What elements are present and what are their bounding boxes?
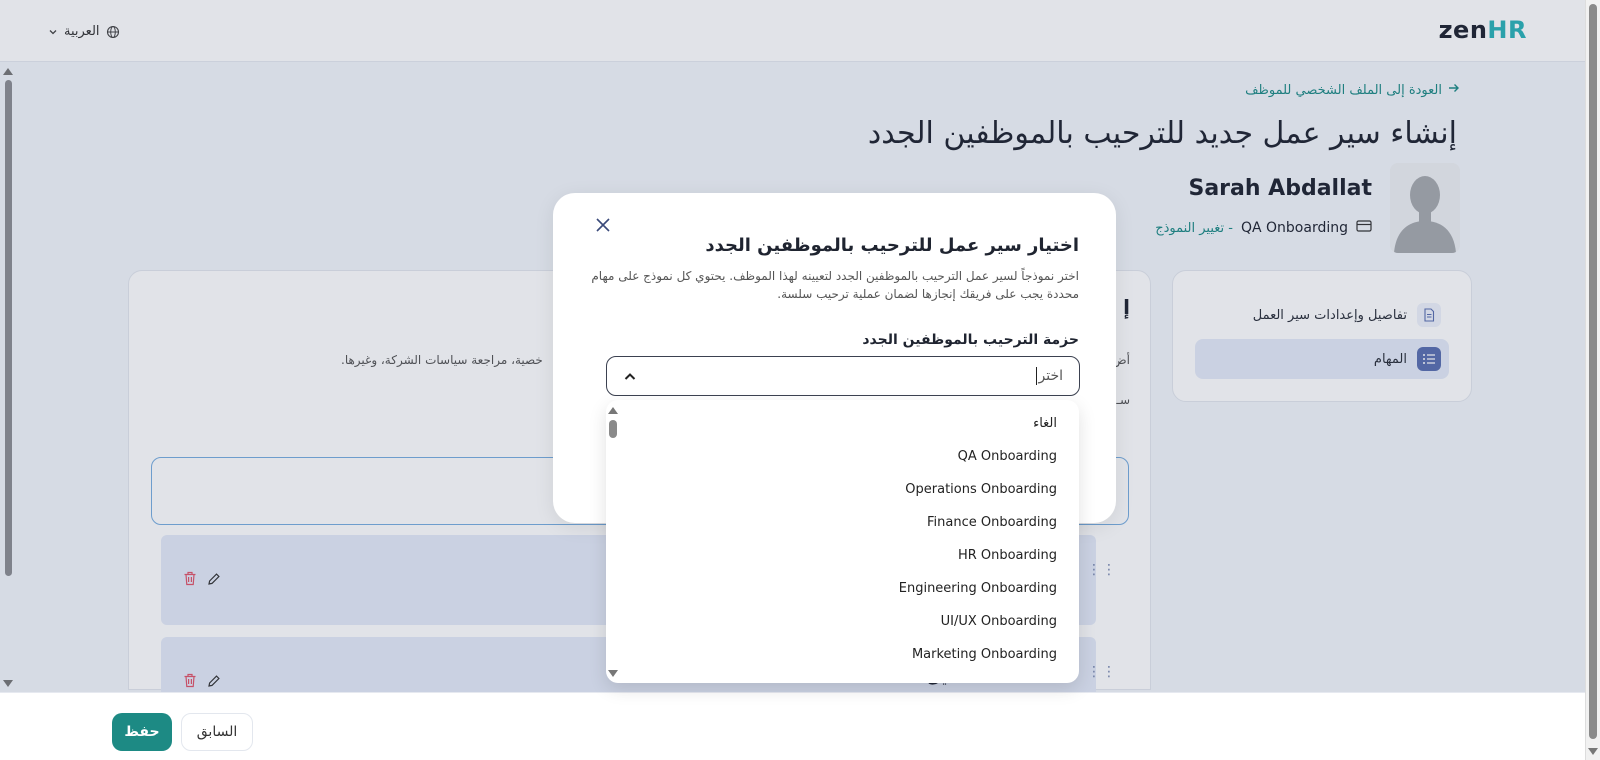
onboarding-package-select[interactable]: اختر [606, 356, 1080, 396]
footer-bar: حفظ السابق [0, 692, 1585, 760]
option-cancel[interactable]: الغاء [1033, 416, 1057, 431]
close-icon[interactable] [591, 213, 615, 237]
option-hr-onboarding[interactable]: HR Onboarding [958, 548, 1057, 563]
modal-description: اختر نموذجاً لسير عمل الترحيب بالموظفين … [591, 269, 1079, 301]
text-caret [1035, 367, 1037, 385]
scroll-thumb[interactable] [1589, 4, 1597, 739]
option-marketing-onboarding[interactable]: Marketing Onboarding [912, 647, 1057, 662]
save-button[interactable]: حفظ [112, 713, 172, 751]
onboarding-package-label: حزمة الترحيب بالموظفين الجدد [862, 332, 1079, 348]
browser-scrollbar[interactable] [1585, 0, 1600, 760]
option-engineering-onboarding[interactable]: Engineering Onboarding [899, 581, 1057, 596]
option-operations-onboarding[interactable]: Operations Onboarding [905, 482, 1057, 497]
select-placeholder: اختر [1038, 368, 1064, 384]
option-uiux-onboarding[interactable]: UI/UX Onboarding [941, 614, 1057, 629]
scroll-down-arrow[interactable] [608, 670, 618, 677]
option-qa-onboarding[interactable]: QA Onboarding [958, 449, 1057, 464]
scroll-up-arrow[interactable] [608, 407, 618, 414]
option-finance-onboarding[interactable]: Finance Onboarding [927, 515, 1057, 530]
scroll-down-arrow[interactable] [1588, 748, 1598, 755]
modal-title: اختيار سير عمل للترحيب بالموظفين الجدد [705, 235, 1079, 256]
previous-button[interactable]: السابق [181, 713, 253, 751]
chevron-up-icon[interactable] [623, 369, 637, 388]
onboarding-package-options: الغاء QA Onboarding Operations Onboardin… [606, 400, 1079, 683]
dropdown-scrollbar[interactable] [606, 400, 620, 683]
scroll-thumb[interactable] [609, 420, 617, 438]
